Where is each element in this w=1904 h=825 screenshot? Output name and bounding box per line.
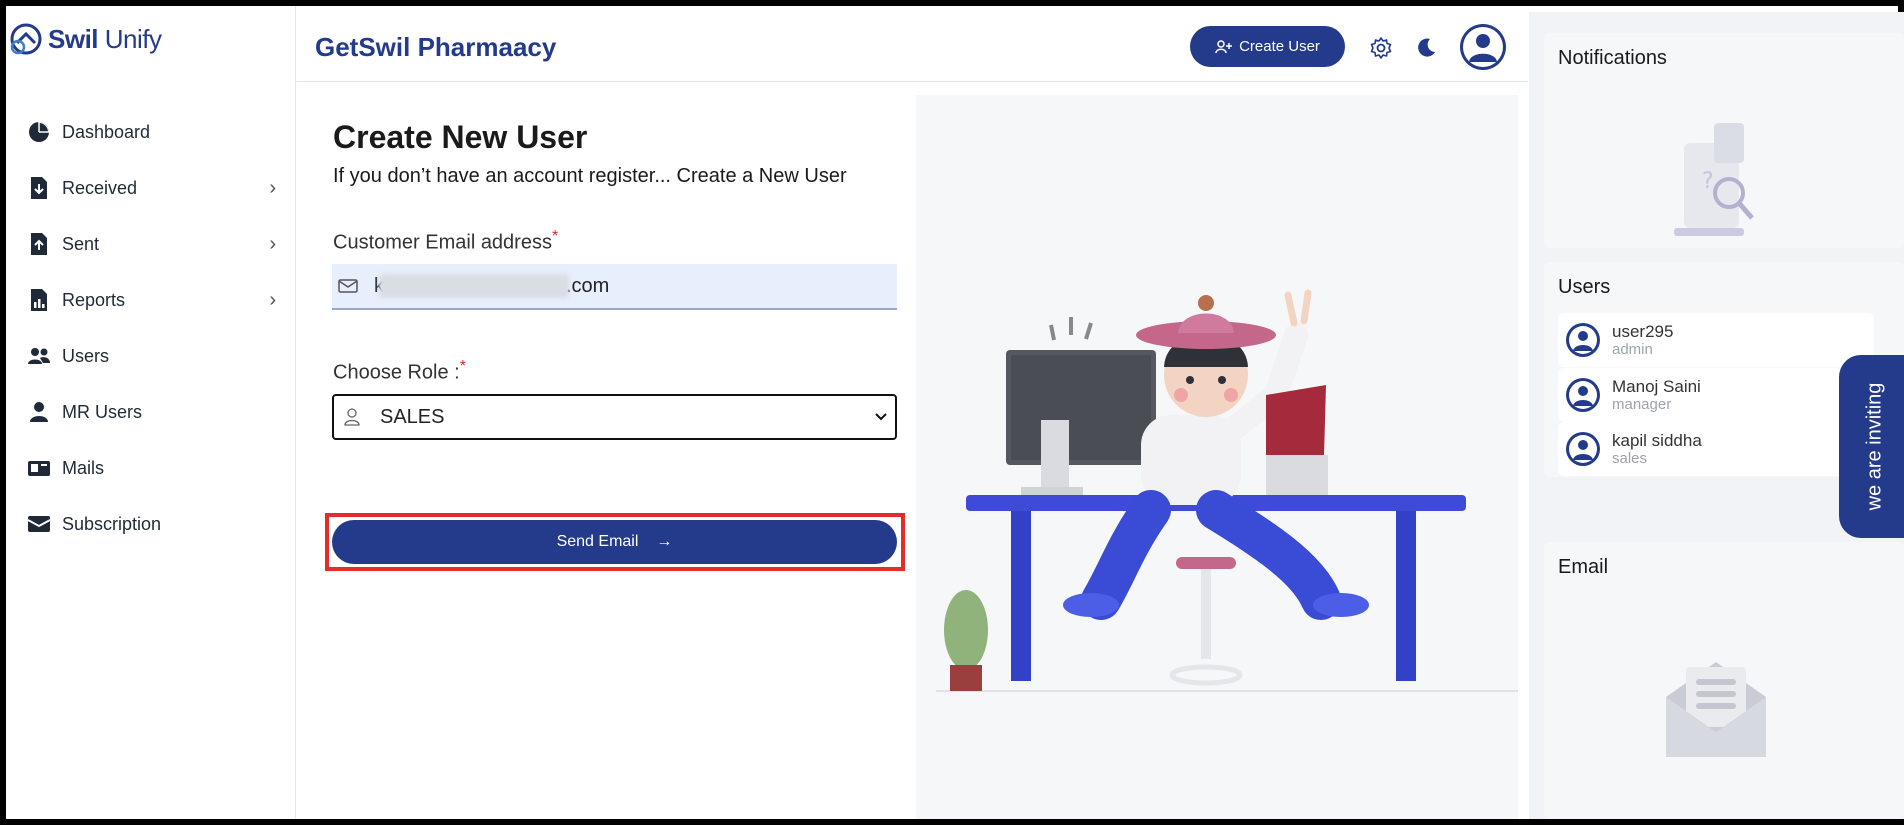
role-select[interactable]: SALES — [332, 394, 897, 440]
invite-tab-label: we are inviting — [1863, 382, 1885, 511]
sidebar-item-users[interactable]: Users — [26, 328, 276, 384]
svg-text:?: ? — [1702, 169, 1714, 194]
download-file-icon — [26, 175, 52, 201]
sidebar-item-label: Mails — [62, 457, 105, 478]
invite-tab[interactable]: we are inviting — [1839, 355, 1904, 538]
logo[interactable]: Swil Unify — [8, 21, 162, 57]
email-title: Email — [1558, 556, 1609, 578]
user-name: user295 — [1612, 322, 1674, 341]
create-user-label: Create User — [1239, 38, 1320, 55]
notifications-card: Notifications ? — [1544, 33, 1904, 248]
page-title: GetSwil Pharmaacy — [315, 32, 557, 62]
user-name: kapil siddha — [1612, 431, 1702, 450]
sidebar-item-label: Sent — [62, 233, 100, 254]
user-avatar-icon — [1463, 27, 1503, 67]
users-title: Users — [1558, 276, 1611, 298]
report-icon — [26, 287, 52, 313]
users-icon — [26, 343, 52, 369]
logo-text: Swil Unify — [48, 23, 162, 54]
user-role: admin — [1612, 341, 1653, 358]
mailbox-icon — [26, 455, 52, 481]
sidebar-item-label: Dashboard — [62, 121, 151, 142]
email-value-suffix: .com — [566, 274, 610, 297]
chevron-right-icon: › — [269, 232, 276, 255]
add-user-icon — [1215, 39, 1233, 53]
send-email-button[interactable]: Send Email → — [332, 520, 897, 564]
send-email-label: Send Email — [556, 533, 639, 550]
create-user-button[interactable]: Create User — [1190, 26, 1345, 67]
upload-file-icon — [26, 231, 52, 257]
form-subtitle: If you don’t have an account register...… — [333, 165, 847, 187]
user-avatar-icon — [1566, 378, 1600, 412]
redacted-email-part — [379, 274, 569, 298]
sidebar-item-mr-users[interactable]: MR Users — [26, 384, 276, 440]
subscription-icon — [26, 511, 52, 537]
user-list-item[interactable]: kapil siddha sales — [1558, 422, 1874, 476]
person-icon — [344, 408, 366, 426]
illustration — [916, 95, 1518, 819]
user-name: Manoj Saini — [1612, 377, 1701, 396]
sidebar-item-subscription[interactable]: Subscription — [26, 496, 276, 552]
role-label: Choose Role :* — [333, 358, 466, 384]
sidebar-item-label: Reports — [62, 289, 126, 310]
create-user-form: Create New User If you don’t have an acc… — [297, 83, 917, 819]
email-card: Email — [1544, 542, 1904, 819]
user-list-item[interactable]: Manoj Saini manager — [1558, 368, 1874, 422]
moon-icon[interactable] — [1414, 36, 1438, 60]
sidebar-nav: Dashboard Received › Sent › Reports › Us… — [26, 104, 276, 552]
user-list-item[interactable]: user295 admin — [1558, 313, 1874, 367]
sidebar: Swil Unify Dashboard Received › Sent › R… — [6, 6, 296, 819]
envelope-icon — [338, 278, 360, 294]
avatar[interactable] — [1460, 24, 1506, 70]
app-window: Swil Unify Dashboard Received › Sent › R… — [0, 0, 1904, 825]
user-role: manager — [1612, 396, 1672, 413]
chevron-down-icon — [875, 408, 887, 426]
notifications-title: Notifications — [1558, 47, 1667, 69]
user-icon — [26, 399, 52, 425]
user-role: sales — [1612, 450, 1648, 467]
gear-icon[interactable] — [1369, 36, 1393, 60]
sidebar-item-label: Users — [62, 345, 110, 366]
chevron-right-icon: › — [269, 176, 276, 199]
sidebar-item-mails[interactable]: Mails — [26, 440, 276, 496]
sidebar-item-sent[interactable]: Sent › — [26, 216, 276, 272]
sidebar-item-label: Received — [62, 177, 138, 198]
email-field[interactable]: k .com — [332, 264, 897, 310]
sidebar-item-label: MR Users — [62, 401, 142, 422]
sidebar-item-received[interactable]: Received › — [26, 160, 276, 216]
email-label: Customer Email address* — [333, 228, 559, 254]
person-at-desk-illustration — [936, 289, 1518, 692]
user-avatar-icon — [1566, 323, 1600, 357]
logo-mark-icon — [10, 23, 42, 55]
pie-chart-icon — [26, 119, 52, 145]
sidebar-item-dashboard[interactable]: Dashboard — [26, 104, 276, 160]
arrow-right-icon: → — [656, 533, 673, 550]
envelope-icon — [1666, 662, 1766, 757]
role-value: SALES — [380, 405, 445, 428]
empty-notifications-icon: ? — [1674, 123, 1754, 236]
form-title: Create New User — [333, 119, 588, 155]
top-header: GetSwil Pharmaacy Create User — [297, 12, 1528, 82]
sidebar-item-reports[interactable]: Reports › — [26, 272, 276, 328]
user-avatar-icon — [1566, 432, 1600, 466]
chevron-right-icon: › — [269, 288, 276, 311]
sidebar-item-label: Subscription — [62, 513, 162, 534]
